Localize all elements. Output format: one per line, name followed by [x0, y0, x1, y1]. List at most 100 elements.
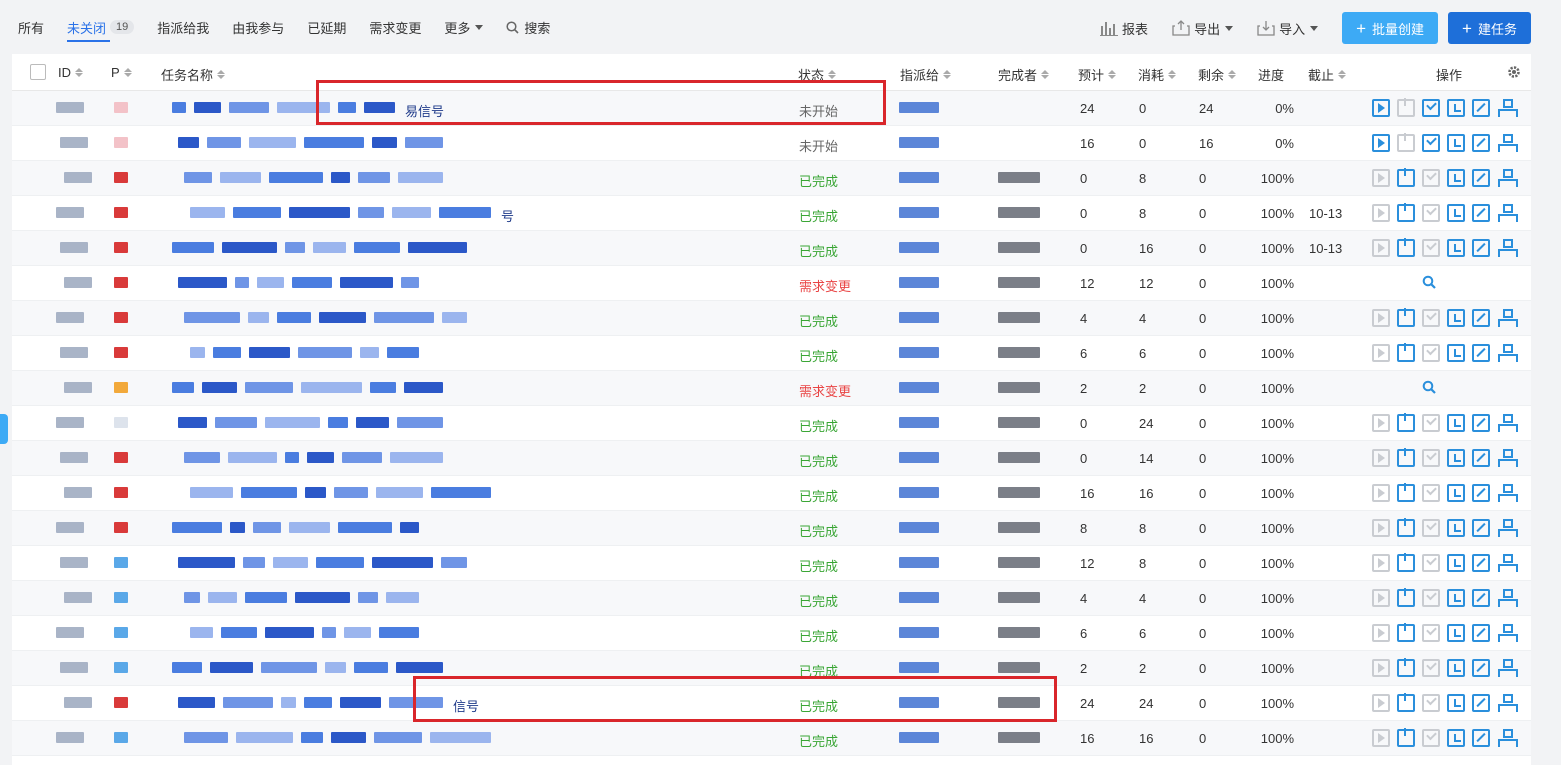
table-row[interactable]: 已完成 12 8 0 100%: [12, 546, 1531, 581]
start-icon[interactable]: [1372, 694, 1390, 712]
col-id[interactable]: ID: [58, 65, 83, 80]
close-icon[interactable]: [1422, 554, 1440, 572]
subtask-icon[interactable]: [1497, 554, 1518, 572]
start-icon[interactable]: [1372, 99, 1390, 117]
start-icon[interactable]: [1372, 729, 1390, 747]
close-icon[interactable]: [1422, 239, 1440, 257]
close-icon[interactable]: [1422, 344, 1440, 362]
finish-icon[interactable]: [1397, 448, 1415, 467]
start-icon[interactable]: [1372, 589, 1390, 607]
record-time-icon[interactable]: [1447, 169, 1465, 187]
record-time-icon[interactable]: [1447, 624, 1465, 642]
finish-icon[interactable]: [1397, 168, 1415, 187]
finish-icon[interactable]: [1397, 728, 1415, 747]
table-row[interactable]: 需求变更 2 2 0 100%: [12, 371, 1531, 406]
finish-icon[interactable]: [1397, 483, 1415, 502]
subtask-icon[interactable]: [1497, 519, 1518, 537]
finish-icon[interactable]: [1397, 553, 1415, 572]
export-button[interactable]: 导出: [1172, 19, 1234, 38]
edit-icon[interactable]: [1472, 99, 1490, 117]
start-icon[interactable]: [1372, 239, 1390, 257]
start-icon[interactable]: [1372, 554, 1390, 572]
col-status[interactable]: 状态: [798, 65, 837, 84]
edit-icon[interactable]: [1472, 589, 1490, 607]
edit-icon[interactable]: [1472, 449, 1490, 467]
tab-involved[interactable]: 由我参与: [232, 12, 284, 42]
close-icon[interactable]: [1422, 484, 1440, 502]
tab-assigned-to-me[interactable]: 指派给我: [157, 12, 209, 42]
col-priority[interactable]: P: [111, 65, 132, 80]
table-row[interactable]: 已完成 8 8 0 100%: [12, 511, 1531, 546]
col-finisher[interactable]: 完成者: [998, 65, 1050, 84]
search-icon[interactable]: [1422, 380, 1436, 397]
record-time-icon[interactable]: [1447, 414, 1465, 432]
table-row[interactable]: 已完成 6 6 0 100%: [12, 616, 1531, 651]
edit-icon[interactable]: [1472, 554, 1490, 572]
close-icon[interactable]: [1422, 624, 1440, 642]
edit-icon[interactable]: [1472, 239, 1490, 257]
close-icon[interactable]: [1422, 99, 1440, 117]
start-icon[interactable]: [1372, 659, 1390, 677]
subtask-icon[interactable]: [1497, 694, 1518, 712]
record-time-icon[interactable]: [1447, 204, 1465, 222]
subtask-icon[interactable]: [1497, 99, 1518, 117]
edit-icon[interactable]: [1472, 624, 1490, 642]
tab-delayed[interactable]: 已延期: [307, 12, 346, 42]
subtask-icon[interactable]: [1497, 624, 1518, 642]
finish-icon[interactable]: [1397, 98, 1415, 117]
edit-icon[interactable]: [1472, 659, 1490, 677]
subtask-icon[interactable]: [1497, 239, 1518, 257]
col-deadline[interactable]: 截止: [1308, 65, 1347, 84]
subtask-icon[interactable]: [1497, 449, 1518, 467]
start-icon[interactable]: [1372, 204, 1390, 222]
table-row[interactable]: 已完成 4 4 0 100%: [12, 581, 1531, 616]
edit-icon[interactable]: [1472, 204, 1490, 222]
col-task-name[interactable]: 任务名称: [161, 65, 226, 84]
col-remain[interactable]: 剩余: [1198, 65, 1237, 84]
table-row[interactable]: 已完成 0 24 0 100%: [12, 406, 1531, 441]
table-row[interactable]: 已完成 0 8 0 100%: [12, 161, 1531, 196]
table-row[interactable]: 信号 已完成 24 24 0 100%: [12, 686, 1531, 721]
subtask-icon[interactable]: [1497, 344, 1518, 362]
edit-icon[interactable]: [1472, 134, 1490, 152]
record-time-icon[interactable]: [1447, 239, 1465, 257]
import-button[interactable]: 导入: [1257, 19, 1319, 38]
table-row[interactable]: 需求变更 12 12 0 100%: [12, 266, 1531, 301]
record-time-icon[interactable]: [1447, 659, 1465, 677]
batch-create-button[interactable]: + 批量创建: [1342, 12, 1439, 44]
start-icon[interactable]: [1372, 449, 1390, 467]
close-icon[interactable]: [1422, 659, 1440, 677]
close-icon[interactable]: [1422, 134, 1440, 152]
start-icon[interactable]: [1372, 134, 1390, 152]
close-icon[interactable]: [1422, 729, 1440, 747]
subtask-icon[interactable]: [1497, 309, 1518, 327]
tab-requirement-change[interactable]: 需求变更: [369, 12, 421, 42]
finish-icon[interactable]: [1397, 308, 1415, 327]
task-name-suffix[interactable]: 信号: [453, 696, 479, 715]
task-name-suffix[interactable]: 号: [501, 206, 514, 225]
finish-icon[interactable]: [1397, 203, 1415, 222]
table-row[interactable]: 号 已完成 0 8 0 100% 10-13: [12, 196, 1531, 231]
col-estimate[interactable]: 预计: [1078, 65, 1117, 84]
subtask-icon[interactable]: [1497, 169, 1518, 187]
col-assignee[interactable]: 指派给: [900, 65, 952, 84]
table-row[interactable]: 已完成 6 6 0 100%: [12, 336, 1531, 371]
start-icon[interactable]: [1372, 519, 1390, 537]
finish-icon[interactable]: [1397, 588, 1415, 607]
finish-icon[interactable]: [1397, 518, 1415, 537]
search-icon[interactable]: [1422, 275, 1436, 292]
edit-icon[interactable]: [1472, 309, 1490, 327]
edit-icon[interactable]: [1472, 484, 1490, 502]
tab-search[interactable]: 搜索: [506, 12, 550, 42]
finish-icon[interactable]: [1397, 133, 1415, 152]
subtask-icon[interactable]: [1497, 134, 1518, 152]
close-icon[interactable]: [1422, 309, 1440, 327]
start-icon[interactable]: [1372, 624, 1390, 642]
table-row[interactable]: 易信号 未开始 24 0 24 0%: [12, 91, 1531, 126]
gear-icon[interactable]: [1507, 65, 1521, 79]
create-task-button[interactable]: + 建任务: [1448, 12, 1531, 44]
close-icon[interactable]: [1422, 449, 1440, 467]
table-row[interactable]: 已完成 16 16 0 100%: [12, 721, 1531, 756]
task-name-suffix[interactable]: 易信号: [405, 101, 444, 120]
subtask-icon[interactable]: [1497, 729, 1518, 747]
